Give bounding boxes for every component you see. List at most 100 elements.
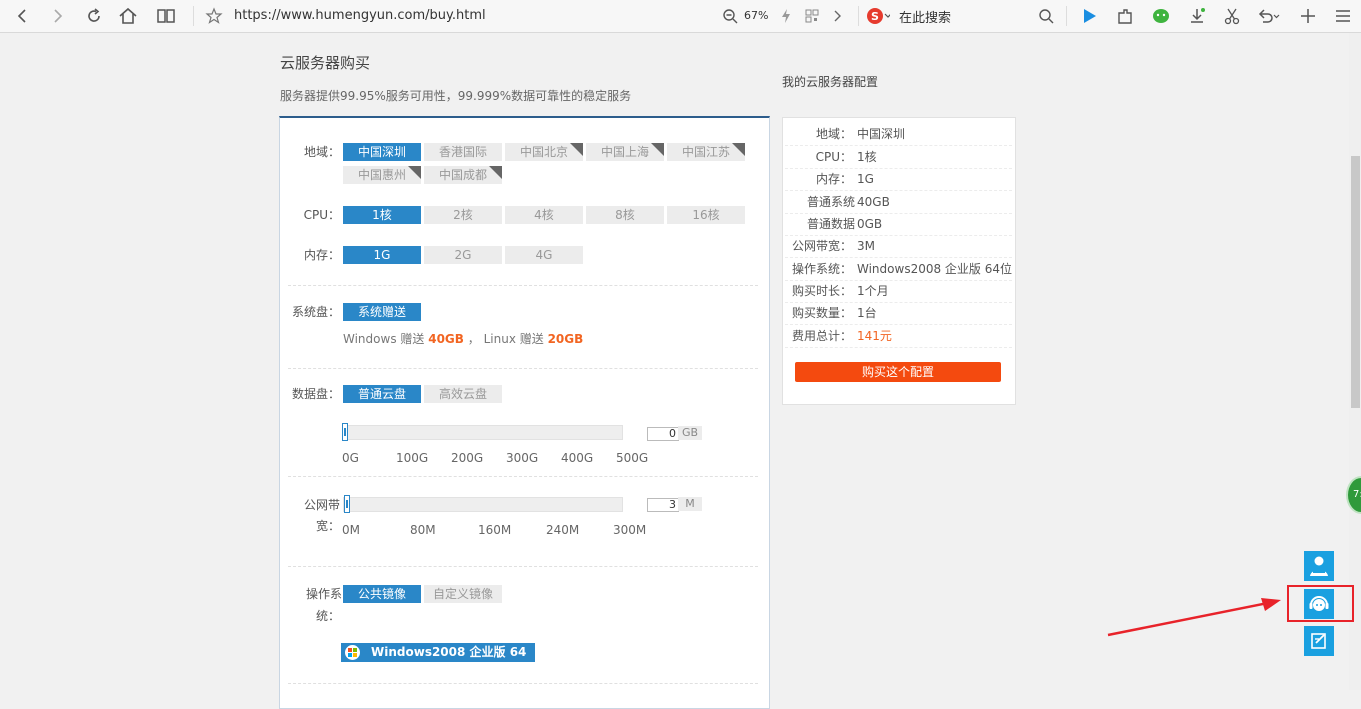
region-option-shenzhen[interactable]: 中国深圳 <box>343 143 421 161</box>
summary-row: 购买时长： 1个月 <box>785 280 1012 303</box>
summary-row: 操作系统： Windows2008 企业版 64位 <box>785 258 1012 281</box>
summary-value: 1核 <box>857 150 877 164</box>
region-option-huizhou[interactable]: 中国惠州 <box>343 166 421 184</box>
region-option-shanghai[interactable]: 中国上海 <box>586 143 664 161</box>
bandwidth-slider-handle[interactable] <box>344 495 350 513</box>
buy-config-button[interactable]: 购买这个配置 <box>795 362 1001 382</box>
slider-tick: 400G <box>561 451 594 465</box>
summary-value: 3M <box>857 239 875 253</box>
zoom-level[interactable]: 67% <box>744 9 768 22</box>
data-disk-value-input[interactable]: 0 <box>647 427 679 441</box>
browser-toolbar: https://www.humengyun.com/buy.html 67% S… <box>0 0 1361 33</box>
summary-row: 购买数量： 1台 <box>785 302 1012 325</box>
forward-icon[interactable] <box>46 4 70 28</box>
slider-tick: 300M <box>613 523 647 537</box>
region-label: 地域： <box>303 145 340 159</box>
scrollbar-thumb[interactable] <box>1351 156 1360 408</box>
back-icon[interactable] <box>10 4 34 28</box>
bandwidth-slider[interactable] <box>343 497 623 512</box>
summary-key: 操作系统： <box>791 262 852 276</box>
os-label-2: 统： <box>315 609 340 623</box>
region-option-beijing[interactable]: 中国北京 <box>505 143 583 161</box>
cpu-option-2[interactable]: 2核 <box>424 206 502 224</box>
os-image-button[interactable]: Windows2008 企业版 64位 <box>341 643 535 678</box>
cpu-option-8[interactable]: 8核 <box>586 206 664 224</box>
bandwidth-unit: M <box>678 497 702 511</box>
summary-value: 1G <box>857 172 874 186</box>
cpu-option-4[interactable]: 4核 <box>505 206 583 224</box>
region-option-label: 中国上海 <box>600 145 649 159</box>
undo-icon[interactable] <box>1256 4 1280 28</box>
wechat-icon[interactable] <box>1149 4 1173 28</box>
zoom-icon[interactable] <box>718 4 742 28</box>
slider-tick: 200G <box>451 451 484 465</box>
note-windows-size: 40GB <box>428 332 464 346</box>
slider-tick: 240M <box>546 523 580 537</box>
total-price: 141元 <box>857 329 892 343</box>
video-play-icon[interactable] <box>1077 4 1101 28</box>
purchase-form-panel <box>279 116 770 709</box>
memory-option-1g[interactable]: 1G <box>343 246 421 264</box>
summary-key: 内存： <box>815 172 852 186</box>
cpu-option-16[interactable]: 16核 <box>667 206 745 224</box>
slider-tick: 100G <box>396 451 429 465</box>
search-icon[interactable] <box>1034 4 1058 28</box>
edit-icon[interactable] <box>1304 626 1334 656</box>
cpu-label: CPU： <box>303 208 340 222</box>
customer-service-icon[interactable] <box>1304 551 1334 581</box>
system-disk-option[interactable]: 系统赠送 <box>343 303 421 321</box>
lightning-icon[interactable] <box>774 4 798 28</box>
summary-key: 普通数据 <box>806 217 855 231</box>
slider-tick: 0M <box>342 523 360 537</box>
data-disk-slider-handle[interactable] <box>342 423 348 441</box>
data-disk-option-standard[interactable]: 普通云盘 <box>343 385 421 403</box>
note-linux-size: 20GB <box>547 332 584 346</box>
scissors-icon[interactable] <box>1220 4 1244 28</box>
qrcode-icon[interactable] <box>800 4 824 28</box>
tag-corner-icon <box>408 166 421 179</box>
bandwidth-label: 公网带 <box>303 498 340 512</box>
cpu-option-1[interactable]: 1核 <box>343 206 421 224</box>
extension-icon[interactable] <box>1113 4 1137 28</box>
summary-value: 中国深圳 <box>857 127 906 141</box>
home-icon[interactable] <box>116 4 140 28</box>
region-option-hongkong[interactable]: 香港国际 <box>424 143 502 161</box>
new-tab-icon[interactable] <box>1296 4 1320 28</box>
region-option-label: 中国北京 <box>519 145 568 159</box>
memory-option-2g[interactable]: 2G <box>424 246 502 264</box>
refresh-icon[interactable] <box>82 4 106 28</box>
slider-tick: 300G <box>506 451 539 465</box>
os-option-public[interactable]: 公共镜像 <box>343 585 421 603</box>
reading-icon[interactable] <box>154 4 178 28</box>
bookmark-star-icon[interactable] <box>202 4 226 28</box>
highlight-box <box>1287 585 1354 622</box>
memory-option-4g[interactable]: 4G <box>505 246 583 264</box>
chevron-right-icon[interactable] <box>826 4 850 28</box>
search-input[interactable]: 在此搜索 <box>899 7 951 26</box>
download-icon[interactable] <box>1185 4 1209 28</box>
region-option-jiangsu[interactable]: 中国江苏 <box>667 143 745 161</box>
summary-row-total: 费用总计： 141元 <box>785 325 1012 348</box>
os-option-custom[interactable]: 自定义镜像 <box>424 585 502 603</box>
system-disk-note: Windows 赠送 40GB ， Linux 赠送 20GB <box>343 330 583 347</box>
summary-key: 普通系统 <box>806 195 855 209</box>
os-label: 操作系 <box>305 587 342 601</box>
summary-value: 1个月 <box>857 284 889 298</box>
data-disk-option-efficient[interactable]: 高效云盘 <box>424 385 502 403</box>
region-option-label: 中国成都 <box>438 168 487 182</box>
divider <box>1066 6 1067 26</box>
sogou-search-icon[interactable]: S <box>866 4 890 28</box>
address-bar[interactable]: https://www.humengyun.com/buy.html <box>234 8 486 23</box>
slider-tick: 80M <box>410 523 436 537</box>
summary-value: 1台 <box>857 306 877 320</box>
summary-row: 地域： 中国深圳 <box>785 123 1012 146</box>
config-title: 我的云服务器配置 <box>782 75 879 89</box>
summary-key: 购买时长： <box>791 284 852 298</box>
data-disk-slider[interactable] <box>343 425 623 440</box>
bandwidth-value-input[interactable]: 3 <box>647 498 679 512</box>
note-windows-prefix: Windows 赠送 <box>343 332 425 346</box>
summary-value: 0GB <box>857 217 883 231</box>
section-divider <box>288 476 758 477</box>
menu-icon[interactable] <box>1331 4 1355 28</box>
region-option-chengdu[interactable]: 中国成都 <box>424 166 502 184</box>
